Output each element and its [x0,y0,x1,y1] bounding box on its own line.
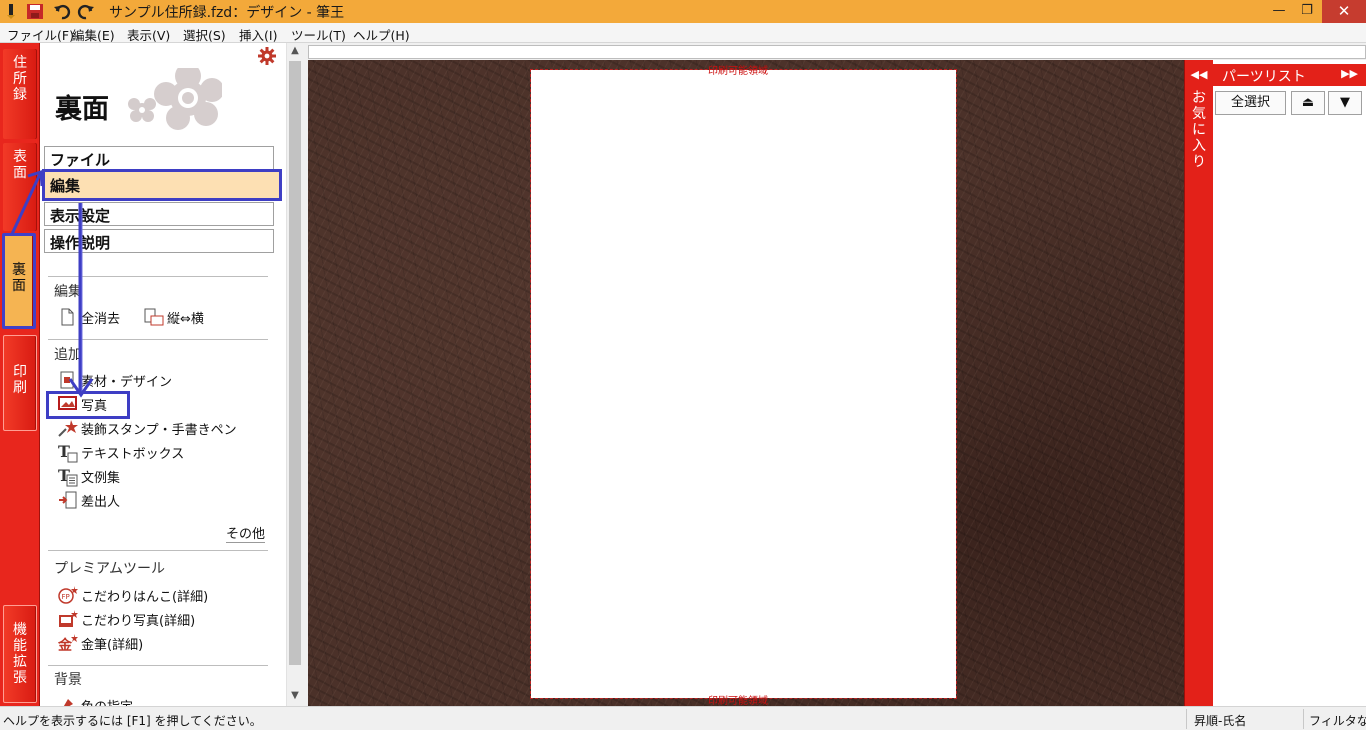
close-button[interactable]: ✕ [1322,0,1366,23]
save-icon[interactable] [26,3,44,20]
triangle-down-icon: ▼ [1340,95,1350,110]
menu-file[interactable]: ファイル(F) [7,25,74,44]
minimize-button[interactable]: — [1264,0,1294,23]
move-down-button[interactable]: ▼ [1328,91,1362,115]
divider [48,550,268,551]
window-title: サンプル住所録.fzd：デザイン - 筆王 [109,5,345,21]
redo-icon[interactable] [77,3,95,20]
scroll-down-icon[interactable]: ▼ [287,690,303,701]
divider [48,665,268,666]
panel-title: 裏面 [55,94,109,125]
tab-arrow-icon [10,170,44,235]
textbox-icon: T [58,442,78,463]
textbox-item[interactable]: T テキストボックス [58,442,184,463]
color-icon [58,696,78,706]
rotate-page-icon [144,308,164,326]
menu-edit[interactable]: 編集(E) [72,25,115,44]
mode-tabs: 住所録 表面 裏面 印刷 機能拡張 [0,43,40,706]
app-icon [4,3,18,20]
printable-area-label-top: 印刷可能領域 [708,66,768,77]
sender-item[interactable]: 差出人 [58,490,120,510]
scroll-up-icon[interactable]: ▲ [287,45,303,56]
favorites-strip: ◀◀ お気に入り [1184,60,1213,706]
menu-insert[interactable]: 挿入(I) [239,25,277,44]
phrases-icon: T [58,466,78,487]
status-divider [1186,709,1187,729]
title-bar: サンプル住所録.fzd：デザイン - 筆王 — ❐ ✕ [0,0,1366,23]
status-sort: 昇順-氏名 [1194,714,1247,728]
status-help-text: ヘルプを表示するには [F1] を押してください。 [3,714,262,728]
status-divider [1303,709,1304,729]
gold-brush-icon: 金 [57,634,78,654]
side-panel: 裏面 ファイル 編集 表示設定 操作説明 編集 全消去 縦⇔横 追加 素材・デザ… [40,43,286,706]
select-all-button[interactable]: 全選択 [1215,91,1286,115]
premium-photo-icon [58,610,78,628]
collapse-left-icon[interactable]: ◀◀ [1185,68,1213,81]
tab-print[interactable]: 印刷 [3,335,37,431]
panel-scrollbar[interactable]: ▲ ▼ [286,43,302,706]
parts-list-header: パーツリスト ▶▶ [1213,64,1366,86]
section-premium-heading: プレミアムツール [54,561,166,577]
gold-brush-item[interactable]: 金 金筆(詳細) [57,633,143,654]
design-canvas[interactable]: 印刷可能領域 印刷可能領域 [308,60,1184,706]
tab-extensions[interactable]: 機能拡張 [3,605,37,703]
svg-text:FP: FP [62,593,70,601]
sender-icon [58,491,78,509]
rotate-orientation-item[interactable]: 縦⇔横 [144,307,204,327]
color-spec-item[interactable]: 色の指定 [58,695,133,706]
tutorial-arrow-icon [68,203,94,398]
status-filter: フィルタなし [1309,714,1366,728]
section-background-heading: 背景 [54,672,82,688]
expand-right-icon[interactable]: ▶▶ [1341,67,1358,80]
premium-stamp-item[interactable]: FP こだわりはんこ(詳細) [58,585,208,605]
menu-select[interactable]: 選択(S) [183,25,226,44]
flower-decoration-icon [128,68,222,130]
undo-icon[interactable] [53,3,71,20]
ruler-strip [308,45,1366,59]
more-link[interactable]: その他 [226,523,266,543]
tab-back[interactable]: 裏面 [2,233,36,329]
stamp-pen-icon [58,419,78,437]
favorites-tab[interactable]: お気に入り [1191,90,1207,170]
status-bar: ヘルプを表示するには [F1] を押してください。 昇順-氏名 フィルタなし [0,706,1366,730]
tab-address-book[interactable]: 住所録 [3,49,37,139]
menu-tools[interactable]: ツール(T) [291,25,346,44]
menu-view[interactable]: 表示(V) [127,25,170,44]
stamp-pen-item[interactable]: 装飾スタンプ・手書きペン [58,418,237,438]
parts-list-panel: パーツリスト ▶▶ 全選択 ⏏ ▼ [1213,60,1366,706]
eject-up-icon: ⏏ [1301,95,1315,110]
scroll-thumb[interactable] [289,61,301,665]
restore-button[interactable]: ❐ [1292,0,1322,23]
move-up-button[interactable]: ⏏ [1291,91,1325,115]
parts-list-title: パーツリスト [1222,69,1306,85]
nav-file[interactable]: ファイル [44,146,274,170]
menu-bar: ファイル(F) 編集(E) 表示(V) 選択(S) 挿入(I) ツール(T) ヘ… [0,23,1366,43]
premium-photo-item[interactable]: こだわり写真(詳細) [58,609,195,629]
settings-gear-icon[interactable] [258,47,276,65]
printable-area-border [530,69,957,699]
svg-text:金: 金 [58,637,73,652]
phrases-item[interactable]: T 文例集 [58,466,120,487]
menu-help[interactable]: ヘルプ(H) [353,25,410,44]
printable-area-label-bottom: 印刷可能領域 [708,696,768,706]
stamp-seal-icon: FP [58,586,78,604]
